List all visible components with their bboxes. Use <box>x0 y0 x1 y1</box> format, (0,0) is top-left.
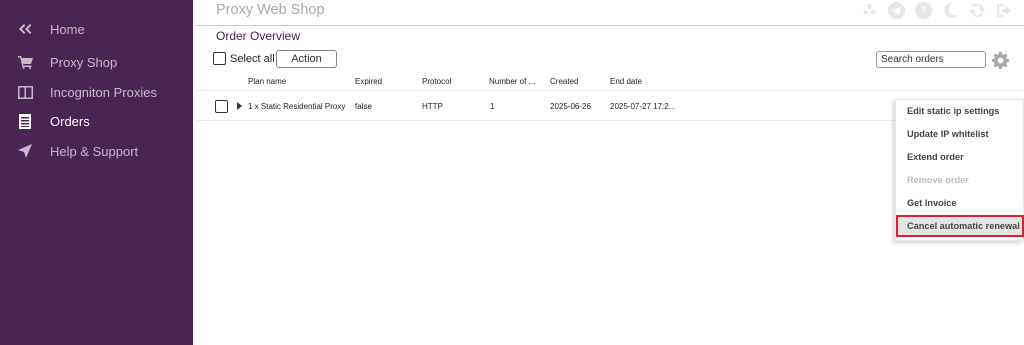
order-overview-title: Order Overview <box>216 29 301 43</box>
send-icon <box>17 143 33 159</box>
search-input[interactable] <box>876 51 986 68</box>
cell-created: 2025-06-26 <box>550 102 591 111</box>
column-header-number[interactable]: Number of ... <box>489 77 535 86</box>
menu-item-get-invoice[interactable]: Get Invoice <box>896 192 1024 214</box>
sidebar-item-label: Proxy Shop <box>50 54 118 70</box>
app-root: Home Proxy Shop Incogniton Proxies Order… <box>0 0 1024 345</box>
column-header-plan-name[interactable]: Plan name <box>248 77 286 86</box>
menu-item-cancel-automatic-renewal[interactable]: Cancel automatic renewal <box>896 215 1024 237</box>
receipt-icon <box>17 113 33 129</box>
sidebar-item-help-support[interactable]: Help & Support <box>0 137 193 165</box>
header-toolbar <box>860 1 1014 20</box>
sidebar-item-label: Orders <box>50 113 90 129</box>
window-icon <box>17 84 33 100</box>
help-icon[interactable] <box>914 1 933 20</box>
cell-number: 1 <box>490 102 495 111</box>
collapse-icon[interactable] <box>17 21 33 37</box>
cell-plan-name: 1 x Static Residential Proxy <box>248 102 346 111</box>
gear-icon[interactable] <box>991 51 1009 69</box>
column-header-end-date[interactable]: End date <box>610 77 642 86</box>
sidebar-item-label: Help & Support <box>50 143 139 159</box>
select-all-control[interactable]: Select all <box>213 52 275 65</box>
sidebar-item-orders[interactable]: Orders <box>0 107 193 135</box>
column-header-expired[interactable]: Expired <box>355 77 382 86</box>
order-context-menu: Edit static ip settings Update IP whitel… <box>895 99 1024 241</box>
app-title: Proxy Web Shop <box>216 2 325 18</box>
menu-item-edit-static-ip[interactable]: Edit static ip settings <box>896 100 1024 122</box>
telegram-icon[interactable] <box>887 1 906 20</box>
moon-icon[interactable] <box>941 1 960 20</box>
expand-caret-icon[interactable] <box>237 102 242 110</box>
menu-item-update-ip-whitelist[interactable]: Update IP whitelist <box>896 123 1024 145</box>
menu-item-remove-order: Remove order <box>907 175 969 185</box>
row-checkbox[interactable] <box>215 100 228 113</box>
cell-protocol: HTTP <box>422 102 443 111</box>
sidebar: Home Proxy Shop Incogniton Proxies Order… <box>0 0 193 345</box>
sidebar-item-home[interactable]: Home <box>0 15 193 43</box>
cell-end-date: 2025-07-27 17:2... <box>610 102 676 111</box>
select-all-label: Select all <box>230 52 275 65</box>
action-button[interactable]: Action <box>276 50 337 68</box>
sidebar-item-incogniton-proxies[interactable]: Incogniton Proxies <box>0 78 193 106</box>
logout-icon[interactable] <box>995 1 1014 20</box>
recycle-icon[interactable] <box>860 1 879 20</box>
sidebar-item-label: Home <box>50 21 85 37</box>
select-all-checkbox[interactable] <box>213 52 226 65</box>
refresh-icon[interactable] <box>968 1 987 20</box>
cell-expired: false <box>355 102 372 111</box>
sidebar-item-label: Incogniton Proxies <box>50 84 157 100</box>
menu-item-extend-order[interactable]: Extend order <box>896 146 1024 168</box>
column-header-created[interactable]: Created <box>550 77 578 86</box>
column-header-protocol[interactable]: Protocol <box>422 77 451 86</box>
cart-icon <box>17 54 33 70</box>
header-divider <box>196 25 1024 26</box>
sidebar-item-proxy-shop[interactable]: Proxy Shop <box>0 48 193 76</box>
